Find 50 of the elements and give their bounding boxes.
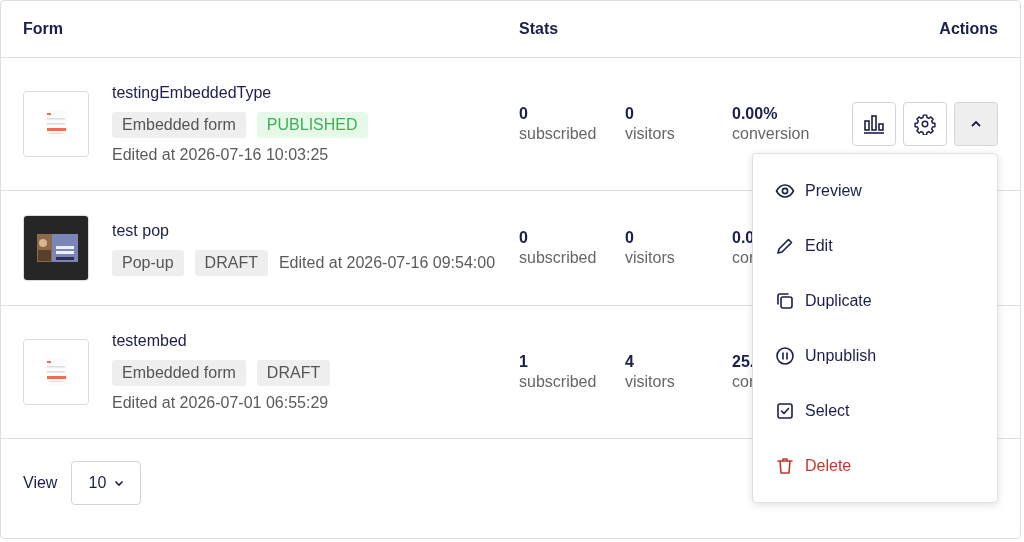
view-label: View [23, 474, 58, 492]
edited-timestamp: Edited at 2026-07-16 09:54:00 [278, 253, 496, 273]
stat-label: cor [732, 248, 755, 268]
chevron-down-icon [114, 479, 125, 487]
menu-item[interactable]: Duplicate [753, 273, 997, 328]
stat-label: subscribed [519, 248, 597, 268]
checkbox-icon [775, 400, 795, 421]
form-type-tag: Pop-up [112, 250, 184, 276]
bar-chart-icon [863, 113, 885, 135]
stat-label: subscribed [519, 124, 597, 144]
stat-value: 0.00% [732, 104, 778, 124]
page-size-select[interactable]: 10 [71, 461, 142, 505]
menu-item[interactable]: Edit [753, 218, 997, 273]
stat-value: 0 [519, 104, 528, 124]
menu-item[interactable]: Unpublish [753, 328, 997, 383]
menu-item[interactable]: Preview [753, 163, 997, 218]
status-tag: PUBLISHED [256, 112, 368, 138]
settings-icon [914, 113, 936, 135]
stat-label: conversion [732, 124, 810, 144]
menu-item[interactable]: Delete [753, 438, 997, 493]
stat-label: visitors [625, 372, 675, 392]
column-header: Form [23, 20, 64, 38]
column-header: Stats [519, 20, 560, 38]
stat-value: 0 [625, 228, 634, 248]
pause-icon [775, 345, 795, 366]
stat-value: 4 [625, 352, 634, 372]
trash-icon [775, 455, 795, 476]
stat-value: 25. [732, 352, 755, 372]
column-header: Actions [939, 20, 998, 38]
stat-label: subscribed [519, 372, 597, 392]
stat-value: 0 [519, 228, 528, 248]
settings-button[interactable] [903, 102, 947, 146]
analytics-button[interactable] [852, 102, 896, 146]
status-tag: DRAFT [256, 360, 331, 386]
edited-timestamp: Edited at 2026-07-01 06:55:29 [112, 393, 329, 413]
stat-value: 0 [625, 104, 634, 124]
copy-icon [775, 290, 795, 311]
stat-label: visitors [625, 248, 675, 268]
menu-item[interactable]: Select [753, 383, 997, 438]
form-name[interactable]: testingEmbeddedType [112, 82, 512, 104]
stat-label: cor [732, 372, 755, 392]
stat-label: visitors [625, 124, 675, 144]
status-tag: DRAFT [194, 250, 268, 276]
form-name[interactable]: test pop [112, 220, 512, 242]
form-name[interactable]: testembed [112, 330, 512, 352]
caret-icon [970, 120, 982, 128]
edited-timestamp: Edited at 2026-07-16 10:03:25 [112, 145, 329, 165]
form-type-tag: Embedded form [112, 112, 246, 138]
stat-value: 1 [519, 352, 528, 372]
form-type-tag: Embedded form [112, 360, 246, 386]
